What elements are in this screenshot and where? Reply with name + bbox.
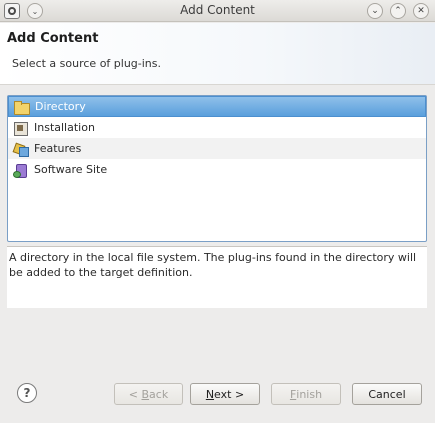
- help-button[interactable]: ?: [17, 383, 37, 403]
- divider: [0, 308, 435, 309]
- list-item-label: Software Site: [34, 163, 108, 176]
- list-item-label: Directory: [35, 100, 86, 113]
- finish-button[interactable]: Finish: [271, 383, 341, 405]
- maximize-icon: ⌃: [394, 6, 402, 16]
- list-item-installation[interactable]: Installation: [8, 117, 426, 138]
- list-item-label: Installation: [34, 121, 95, 134]
- page-description: Select a source of plug-ins.: [12, 57, 162, 70]
- page-title: Add Content: [7, 31, 99, 46]
- back-label: ack: [149, 387, 169, 401]
- software-site-icon: [13, 163, 29, 178]
- help-icon: ?: [23, 386, 31, 400]
- minimize-button[interactable]: ⌄: [367, 3, 383, 19]
- installation-icon: [13, 121, 29, 136]
- cancel-label: Cancel: [368, 387, 406, 401]
- list-item-label: Features: [34, 142, 82, 155]
- finish-label: inish: [296, 387, 323, 401]
- next-label: ext >: [214, 387, 245, 401]
- back-button[interactable]: < Back: [114, 383, 183, 405]
- minimize-icon: ⌄: [371, 6, 379, 16]
- list-item-directory[interactable]: Directory: [8, 96, 426, 117]
- back-mnemonic: B: [141, 387, 150, 401]
- wizard-header: Add Content Select a source of plug-ins.: [0, 23, 435, 85]
- cancel-button[interactable]: Cancel: [352, 383, 422, 405]
- source-description-text: A directory in the local file system. Th…: [9, 251, 417, 279]
- add-content-dialog: ⌄ Add Content ⌄ ⌃ ✕ Add Content Select a…: [0, 0, 435, 423]
- back-prefix: <: [128, 387, 142, 401]
- maximize-button[interactable]: ⌃: [390, 3, 406, 19]
- source-list[interactable]: Directory Installation Features Software…: [7, 95, 427, 242]
- close-icon: ✕: [417, 6, 425, 16]
- close-button[interactable]: ✕: [413, 3, 429, 19]
- next-button[interactable]: Next >: [190, 383, 260, 405]
- list-item-software-site[interactable]: Software Site: [8, 159, 426, 180]
- features-icon: [13, 142, 29, 157]
- list-item-features[interactable]: Features: [8, 138, 426, 159]
- next-mnemonic: N: [205, 387, 215, 401]
- title-bar: ⌄ Add Content ⌄ ⌃ ✕: [0, 0, 435, 22]
- source-description: A directory in the local file system. Th…: [7, 246, 427, 308]
- folder-icon: [14, 100, 30, 115]
